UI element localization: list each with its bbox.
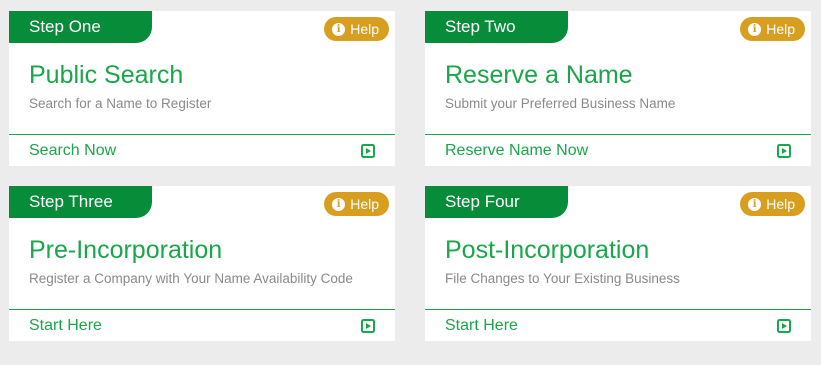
info-icon: i <box>748 197 762 211</box>
info-icon: i <box>748 22 762 36</box>
info-icon: i <box>332 22 346 36</box>
play-icon <box>777 318 791 333</box>
card-description: Submit your Preferred Business Name <box>445 96 676 111</box>
help-button[interactable]: i Help <box>324 192 389 216</box>
start-here-link[interactable]: Start Here <box>445 310 791 341</box>
help-button[interactable]: i Help <box>740 192 805 216</box>
card-title: Public Search <box>29 61 184 89</box>
card-post-incorporation: Step Four i Help Post-Incorporation File… <box>425 186 811 341</box>
action-label: Search Now <box>29 141 117 159</box>
card-description: Register a Company with Your Name Availa… <box>29 271 353 286</box>
reserve-name-now-link[interactable]: Reserve Name Now <box>445 135 791 166</box>
step-label: Step Three <box>9 186 152 218</box>
card-title: Reserve a Name <box>445 61 633 89</box>
play-icon <box>777 143 791 158</box>
action-label: Start Here <box>445 316 518 334</box>
help-button[interactable]: i Help <box>324 17 389 41</box>
step-label: Step Four <box>425 186 568 218</box>
play-icon <box>361 318 375 333</box>
card-pre-incorporation: Step Three i Help Pre-Incorporation Regi… <box>9 186 395 341</box>
step-label: Step One <box>9 11 152 43</box>
help-label: Help <box>766 196 795 212</box>
card-title: Post-Incorporation <box>445 236 650 264</box>
search-now-link[interactable]: Search Now <box>29 135 375 166</box>
help-label: Help <box>350 196 379 212</box>
info-icon: i <box>332 197 346 211</box>
card-public-search: Step One i Help Public Search Search for… <box>9 11 395 166</box>
card-reserve-name: Step Two i Help Reserve a Name Submit yo… <box>425 11 811 166</box>
start-here-link[interactable]: Start Here <box>29 310 375 341</box>
card-title: Pre-Incorporation <box>29 236 223 264</box>
action-label: Reserve Name Now <box>445 141 589 159</box>
card-description: File Changes to Your Existing Business <box>445 271 680 286</box>
step-label: Step Two <box>425 11 568 43</box>
card-description: Search for a Name to Register <box>29 96 212 111</box>
help-label: Help <box>766 21 795 37</box>
help-button[interactable]: i Help <box>740 17 805 41</box>
play-icon <box>361 143 375 158</box>
action-label: Start Here <box>29 316 102 334</box>
help-label: Help <box>350 21 379 37</box>
